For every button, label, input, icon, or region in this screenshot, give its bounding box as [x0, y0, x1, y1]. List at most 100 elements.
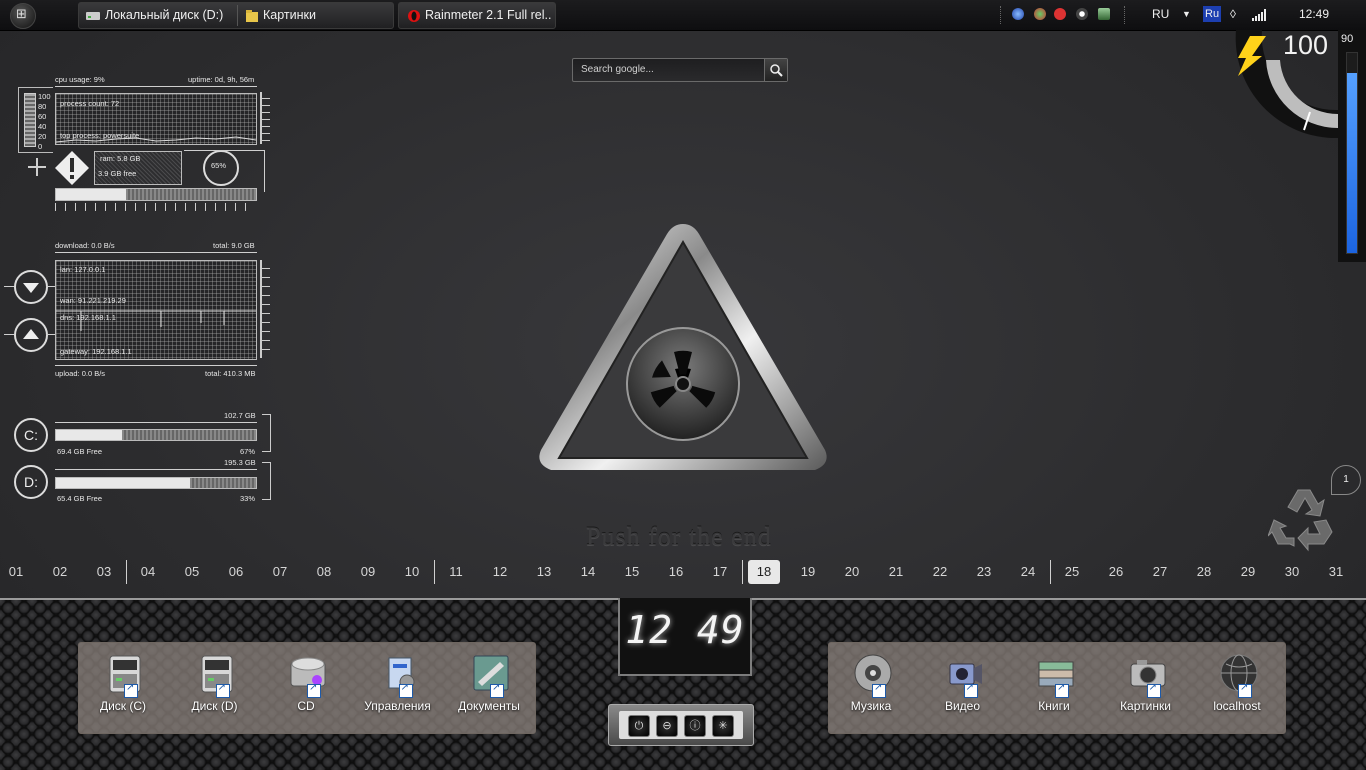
calendar-day[interactable]: 01	[0, 560, 32, 584]
calendar-day[interactable]: 17	[704, 560, 736, 584]
calendar-day[interactable]: 26	[1100, 560, 1132, 584]
calendar-day[interactable]: 28	[1188, 560, 1220, 584]
search-button[interactable]	[764, 59, 787, 81]
language-indicator[interactable]: RU	[1152, 0, 1169, 30]
ram-percent-label: 65%	[211, 161, 227, 170]
dock-item-documents[interactable]: Документы	[444, 650, 534, 730]
battery-level-meter: 90	[1338, 30, 1366, 262]
dock-item-label: Видео	[944, 699, 981, 713]
water-drop-icon[interactable]: ◊	[1230, 0, 1236, 30]
total-upload-label: total: 410.3 MB	[205, 369, 256, 378]
taskbar-window-pictures[interactable]: Картинки	[245, 3, 385, 28]
start-button[interactable]: ⊞	[10, 3, 36, 29]
recycle-icon	[1267, 489, 1333, 552]
recycle-bin[interactable]	[1267, 480, 1340, 552]
calendar-day[interactable]: 11	[440, 560, 472, 584]
plus-icon[interactable]	[28, 158, 46, 176]
calendar-day[interactable]: 30	[1276, 560, 1308, 584]
radiation-triangle-button[interactable]	[535, 218, 831, 482]
cpu-scale-tick: 40	[38, 122, 47, 131]
dock-item-books[interactable]: Книги	[1009, 650, 1099, 730]
calendar-day[interactable]: 27	[1144, 560, 1176, 584]
cpu-ruler	[260, 92, 270, 144]
info-icon[interactable]: ⓘ	[684, 715, 706, 737]
disk-c-ring[interactable]: C:	[14, 418, 48, 452]
signal-icon[interactable]	[1252, 9, 1268, 21]
dock-item-label: CD	[297, 699, 315, 713]
calendar-day[interactable]: 06	[220, 560, 252, 584]
dock-item-drive[interactable]: Диск (C)	[78, 650, 168, 730]
disk-c-percent: 67%	[240, 447, 256, 456]
dock-item-music[interactable]: Музика	[826, 650, 916, 730]
sleep-icon[interactable]: ⊖	[656, 715, 678, 737]
shortcut-arrow-icon	[1238, 682, 1252, 698]
power-icon[interactable]: ⏻	[628, 715, 650, 737]
tagline: Push for the end	[586, 522, 772, 551]
dock-item-control-panel[interactable]: Управления	[353, 650, 443, 730]
taskbar-window-rainmeter[interactable]: Rainmeter 2.1 Full rel...	[407, 3, 551, 28]
digital-clock-time: 12 49	[625, 608, 745, 652]
video-icon	[944, 652, 986, 698]
calendar-day-strip: 01 02 03 04 05 06 07 08 09 10 11 12 13 14 15 16 17 18 19 20…	[0, 560, 1366, 584]
calendar-day[interactable]: 19	[792, 560, 824, 584]
settings-icon[interactable]: ✳	[712, 715, 734, 737]
calendar-day[interactable]: 23	[968, 560, 1000, 584]
dock-item-label: Документы	[458, 699, 520, 713]
language-badge[interactable]: Ru	[1203, 6, 1222, 22]
arrow-down-icon	[23, 283, 39, 293]
dock-item-cd-drive[interactable]: CD	[261, 650, 351, 730]
calendar-day[interactable]: 05	[176, 560, 208, 584]
network-tray-icon[interactable]	[1012, 8, 1024, 20]
calendar-day[interactable]: 10	[396, 560, 428, 584]
shortcut-arrow-icon	[490, 682, 504, 698]
download-button[interactable]	[14, 270, 48, 304]
calendar-day[interactable]: 04	[132, 560, 164, 584]
calendar-day[interactable]: 15	[616, 560, 648, 584]
calendar-day[interactable]: 16	[660, 560, 692, 584]
calendar-day[interactable]: 03	[88, 560, 120, 584]
taskbar-window-local-disk[interactable]: Локальный диск (D:)	[85, 3, 235, 28]
calendar-day[interactable]: 07	[264, 560, 296, 584]
browser-tray-icon[interactable]	[1034, 8, 1046, 20]
dock-item-drive[interactable]: Диск (D)	[170, 650, 260, 730]
recycle-count-badge: 1	[1331, 465, 1361, 495]
dock-item-globe[interactable]: localhost	[1192, 650, 1282, 730]
taskbar-group-opera: Rainmeter 2.1 Full rel...	[398, 2, 556, 29]
calendar-day[interactable]: 29	[1232, 560, 1264, 584]
g-tray-icon[interactable]	[1054, 8, 1066, 20]
device-tray-icon[interactable]	[1098, 8, 1110, 20]
window-title: Картинки	[263, 8, 316, 22]
media-tray-icon[interactable]	[1076, 8, 1088, 20]
warning-icon	[55, 151, 89, 185]
dock-item-label: Управления	[364, 699, 431, 713]
ram-free-label: 3.9 GB free	[98, 169, 137, 178]
calendar-day[interactable]: 21	[880, 560, 912, 584]
dock-item-video[interactable]: Видео	[918, 650, 1008, 730]
chevron-down-icon[interactable]: ▼	[1182, 0, 1191, 30]
calendar-day[interactable]: 24	[1012, 560, 1044, 584]
search-input[interactable]	[573, 59, 769, 79]
dock-item-pictures[interactable]: Картинки	[1101, 650, 1191, 730]
control-panel-icon	[379, 652, 421, 698]
calendar-day-today[interactable]: 18	[748, 560, 780, 584]
upload-button[interactable]	[14, 318, 48, 352]
dns-label: dns: 192.168.1.1	[60, 313, 116, 322]
battery-value: 100	[1283, 30, 1329, 60]
shortcut-arrow-icon	[963, 682, 978, 698]
calendar-day[interactable]: 31	[1320, 560, 1352, 584]
calendar-day[interactable]: 13	[528, 560, 560, 584]
window-title: Rainmeter 2.1 Full rel...	[425, 8, 551, 22]
calendar-day[interactable]: 12	[484, 560, 516, 584]
calendar-day[interactable]: 22	[924, 560, 956, 584]
uptime-label: uptime: 0d, 9h, 56m	[188, 75, 255, 84]
calendar-day[interactable]: 02	[44, 560, 76, 584]
calendar-day[interactable]: 14	[572, 560, 604, 584]
disk-d-ring[interactable]: D:	[14, 465, 48, 499]
google-search-box	[572, 58, 788, 82]
calendar-day[interactable]: 20	[836, 560, 868, 584]
calendar-day[interactable]: 09	[352, 560, 384, 584]
calendar-day[interactable]: 08	[308, 560, 340, 584]
week-separator	[742, 560, 743, 584]
taskbar-clock[interactable]: 12:49	[1299, 0, 1329, 30]
calendar-day[interactable]: 25	[1056, 560, 1088, 584]
